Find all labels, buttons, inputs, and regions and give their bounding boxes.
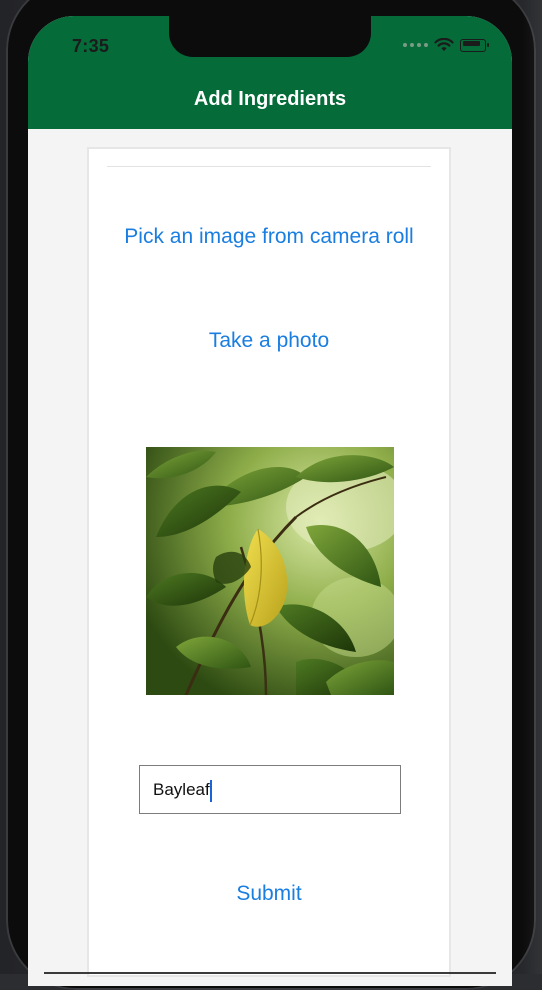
window-edge <box>522 0 542 974</box>
battery-icon <box>460 38 489 52</box>
divider <box>107 166 431 167</box>
text-cursor <box>209 779 212 802</box>
submit-button[interactable]: Submit <box>89 882 449 906</box>
wifi-icon <box>434 38 454 51</box>
pick-image-button[interactable]: Pick an image from camera roll <box>89 225 449 249</box>
navigation-bar: Add Ingredients <box>28 72 512 129</box>
signal-dots-icon <box>403 43 428 47</box>
phone-screen: 7:35 Add Ingredients Pick an image from … <box>28 16 512 986</box>
status-time: 7:35 <box>72 36 110 56</box>
leaf-photo-image <box>146 447 394 695</box>
take-photo-button[interactable]: Take a photo <box>89 329 449 353</box>
selected-image-preview <box>146 447 394 695</box>
status-icons <box>403 38 489 52</box>
notch <box>169 16 371 57</box>
ingredient-name-input[interactable]: Bayleaf <box>139 765 401 814</box>
ingredient-card: Pick an image from camera roll Take a ph… <box>87 147 451 977</box>
status-bar: 7:35 <box>28 16 512 72</box>
page-title: Add Ingredients <box>193 88 347 110</box>
ingredient-name-value: Bayleaf <box>153 780 210 799</box>
